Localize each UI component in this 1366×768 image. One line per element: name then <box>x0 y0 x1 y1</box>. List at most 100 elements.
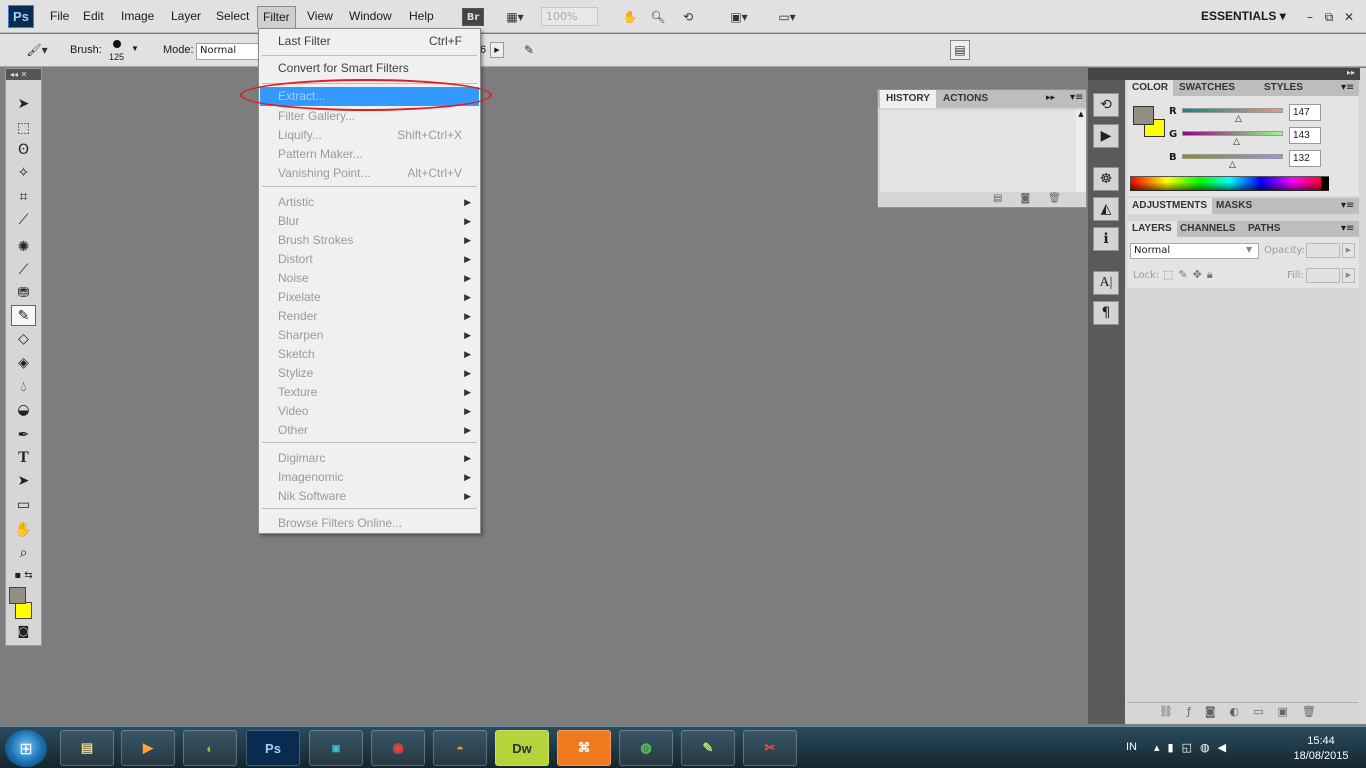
taskbar-app-firefox[interactable]: ◓ <box>433 730 487 766</box>
actions-panel-icon[interactable]: ▶ <box>1093 124 1119 148</box>
menu-edit[interactable]: Edit <box>79 8 108 24</box>
taskbar-app-notepad[interactable]: ✎ <box>681 730 735 766</box>
rectangle-tool-icon[interactable]: ▭ <box>11 494 36 515</box>
tab-channels[interactable]: CHANNELS <box>1175 221 1241 237</box>
fill-arrow[interactable]: ▶ <box>1342 268 1355 283</box>
spectrum-black-swatch[interactable] <box>1321 177 1329 190</box>
taskbar-app-xampp[interactable]: ⌘ <box>557 730 611 766</box>
menu-item-noise[interactable]: Noise ▶ <box>260 269 479 288</box>
clone-stamp-tool-icon[interactable]: ⛃ <box>11 282 36 303</box>
green-value[interactable]: 143 <box>1289 127 1321 144</box>
menu-item-liquify[interactable]: Liquify... Shift+Ctrl+X <box>260 126 479 145</box>
menu-item-last-filter[interactable]: Last Filter Ctrl+F <box>260 32 479 51</box>
menu-item-other[interactable]: Other ▶ <box>260 421 479 440</box>
move-tool-icon[interactable]: ➤ <box>11 93 36 114</box>
taskbar-app-explorer[interactable]: ▤ <box>60 730 114 766</box>
tool-preset-picker[interactable]: 🖌︎▾ <box>20 39 54 61</box>
fill-input[interactable] <box>1306 268 1340 283</box>
marquee-tool-icon[interactable]: ⬚ <box>11 117 36 138</box>
menu-item-sharpen[interactable]: Sharpen ▶ <box>260 326 479 345</box>
layers-list[interactable] <box>1127 288 1358 702</box>
history-panel-icon[interactable]: ⟲ <box>1093 93 1119 117</box>
foreground-color-box[interactable] <box>1133 106 1154 125</box>
menu-image[interactable]: Image <box>117 8 158 24</box>
menu-item-brush-strokes[interactable]: Brush Strokes ▶ <box>260 231 479 250</box>
dodge-tool-icon[interactable]: ◒ <box>11 399 36 420</box>
adjustments-menu-icon[interactable]: ▾≡ <box>1341 200 1354 211</box>
menu-item-digimarc[interactable]: Digimarc ▶ <box>260 449 479 468</box>
navigator-panel-icon[interactable]: ☸ <box>1093 167 1119 191</box>
foreground-color-swatch[interactable] <box>9 587 26 604</box>
spot-healing-tool-icon[interactable]: ✺ <box>11 236 36 257</box>
type-tool-icon[interactable]: T <box>11 447 36 468</box>
tab-history[interactable]: HISTORY <box>880 90 936 108</box>
background-color-swatch[interactable] <box>15 602 32 619</box>
character-panel-icon[interactable]: A| <box>1093 271 1119 295</box>
zoom-level-field[interactable]: 100% <box>541 7 598 26</box>
restore-button[interactable]: ⧉ <box>1321 6 1337 28</box>
blue-slider-handle[interactable]: △ <box>1229 160 1236 170</box>
blend-mode-select[interactable]: Normal <box>1130 243 1259 259</box>
collapse-panel-icon[interactable]: ▸▸ <box>1046 93 1055 103</box>
start-button[interactable]: ⊞ <box>5 730 47 767</box>
pen-tool-icon[interactable]: ✒ <box>11 424 36 445</box>
info-panel-icon[interactable]: ℹ <box>1093 227 1119 251</box>
menu-item-texture[interactable]: Texture ▶ <box>260 383 479 402</box>
history-list[interactable] <box>880 110 1076 192</box>
blur-tool-icon[interactable]: 💧︎ <box>11 376 36 397</box>
red-slider[interactable] <box>1182 108 1283 113</box>
path-selection-tool-icon[interactable]: ➤ <box>11 470 36 491</box>
minimize-button[interactable]: – <box>1302 6 1318 28</box>
brush-tool-icon[interactable]: ⟋ <box>11 259 36 280</box>
opacity-arrow[interactable]: ▶ <box>1342 243 1355 258</box>
panel-menu-icon[interactable]: ▾≡ <box>1070 92 1083 103</box>
red-slider-handle[interactable]: △ <box>1235 114 1242 124</box>
red-value[interactable]: 147 <box>1289 104 1321 121</box>
taskbar-app-chrome[interactable]: ◉ <box>371 730 425 766</box>
close-button[interactable]: ✕ <box>1341 6 1357 28</box>
bridge-button[interactable]: Br <box>462 8 484 26</box>
swap-colors-icon[interactable]: ▪ ⇆ <box>11 565 36 586</box>
paint-bucket-tool-icon[interactable]: ◈ <box>11 352 36 373</box>
menu-item-artistic[interactable]: Artistic ▶ <box>260 193 479 212</box>
color-panel-menu-icon[interactable]: ▾≡ <box>1341 82 1354 93</box>
blue-value[interactable]: 132 <box>1289 150 1321 167</box>
hand-icon[interactable]: ✋ <box>619 6 641 28</box>
taskbar-app-media[interactable]: ▶ <box>121 730 175 766</box>
tab-color[interactable]: COLOR <box>1127 80 1174 96</box>
menu-item-sketch[interactable]: Sketch ▶ <box>260 345 479 364</box>
paragraph-panel-icon[interactable]: ¶ <box>1093 301 1119 325</box>
menu-item-nik-software[interactable]: Nik Software ▶ <box>260 487 479 506</box>
eraser-tool-icon[interactable]: ◇ <box>11 328 36 349</box>
taskbar-app-dreamweaver[interactable]: Dw <box>495 730 549 766</box>
tab-adjustments[interactable]: ADJUSTMENTS <box>1127 198 1213 214</box>
dock-header[interactable] <box>1088 68 1125 80</box>
green-slider-handle[interactable]: △ <box>1233 137 1240 147</box>
menu-help[interactable]: Help <box>405 8 438 24</box>
launch-minibridge-icon[interactable]: ▦▾ <box>497 6 533 28</box>
airbrush-icon[interactable]: ✎ <box>517 39 541 61</box>
menu-item-pattern-maker[interactable]: Pattern Maker... <box>260 145 479 164</box>
quick-mask-icon[interactable]: ◙ <box>11 620 36 641</box>
tab-paths[interactable]: PATHS <box>1243 221 1285 237</box>
menu-item-render[interactable]: Render ▶ <box>260 307 479 326</box>
arrange-documents-icon[interactable]: ▣▾ <box>721 6 757 28</box>
language-indicator[interactable]: IN <box>1126 741 1137 753</box>
history-footer-icons[interactable]: ▤◙🗑︎ <box>993 193 1079 204</box>
lasso-tool-icon[interactable]: ʘ <box>11 139 36 160</box>
histogram-panel-icon[interactable]: ◭ <box>1093 197 1119 221</box>
history-scrollbar[interactable]: ▲ <box>1076 110 1086 192</box>
photoshop-logo[interactable]: Ps <box>8 5 34 28</box>
rotate-view-icon[interactable]: ⟲ <box>677 6 699 28</box>
tray-icons[interactable]: ▴▮◱◍◀ <box>1154 741 1234 754</box>
menu-item-imagenomic[interactable]: Imagenomic ▶ <box>260 468 479 487</box>
screen-mode-icon[interactable]: ▭▾ <box>769 6 805 28</box>
blend-dropdown-arrow[interactable]: ▼ <box>1246 245 1252 254</box>
taskbar-app-coreldraw[interactable]: ◐ <box>183 730 237 766</box>
taskbar-app-snipping[interactable]: ✂ <box>743 730 797 766</box>
menu-select[interactable]: Select <box>212 8 253 24</box>
history-brush-tool-icon[interactable]: ✎ <box>11 305 36 326</box>
mode-select[interactable]: Normal <box>196 43 266 60</box>
brush-tip-icon[interactable] <box>113 40 121 48</box>
taskbar-app-photoshop[interactable]: Ps <box>246 730 300 766</box>
